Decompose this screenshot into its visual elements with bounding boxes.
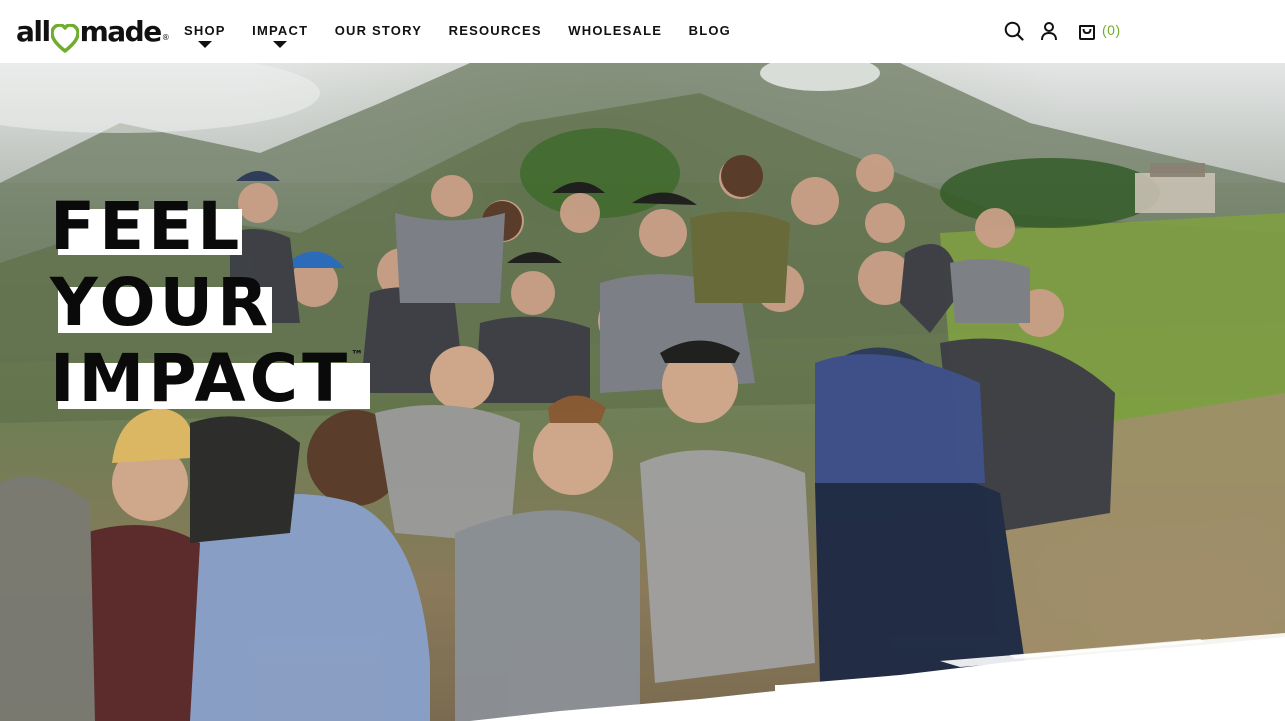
logo-text-right: made (79, 15, 163, 48)
nav-item-label: BLOG (688, 23, 731, 38)
chevron-down-icon (197, 41, 212, 48)
nav-item-label: WHOLESALE (568, 23, 663, 38)
main-nav: SHOP IMPACT OUR STORY RESOURCES WHOLESAL… (184, 23, 757, 48)
registered-mark: ® (161, 33, 170, 42)
user-icon[interactable] (1037, 19, 1061, 43)
nav-item-resources[interactable]: RESOURCES (449, 23, 542, 38)
nav-item-blog[interactable]: BLOG (689, 23, 731, 38)
nav-item-wholesale[interactable]: WHOLESALE (568, 23, 662, 38)
site-header: all made ® SHOP IMPACT OUR STORY RESOURC… (0, 0, 1285, 63)
cart-icon[interactable] (1075, 19, 1099, 43)
chevron-down-icon (273, 41, 288, 48)
nav-item-shop[interactable]: SHOP (184, 23, 226, 48)
nav-item-impact[interactable]: IMPACT (252, 23, 309, 48)
nav-item-label: IMPACT (252, 23, 309, 38)
logo-text-left: all (16, 15, 51, 48)
search-icon[interactable] (1002, 19, 1026, 43)
hero-banner: FEEL YOUR IMPACT™ (0, 63, 1285, 721)
nav-item-label: RESOURCES (448, 23, 542, 38)
brush-stroke-divider (470, 633, 1285, 721)
cart-count[interactable]: (0) (1102, 22, 1121, 38)
nav-item-label: OUR STORY (334, 23, 423, 38)
heart-logo-icon (50, 24, 79, 53)
nav-item-our-story[interactable]: OUR STORY (335, 23, 422, 38)
nav-item-label: SHOP (184, 23, 226, 38)
allmade-logo[interactable]: all made ® (16, 12, 170, 53)
header-tools: (0) (1002, 19, 1121, 43)
